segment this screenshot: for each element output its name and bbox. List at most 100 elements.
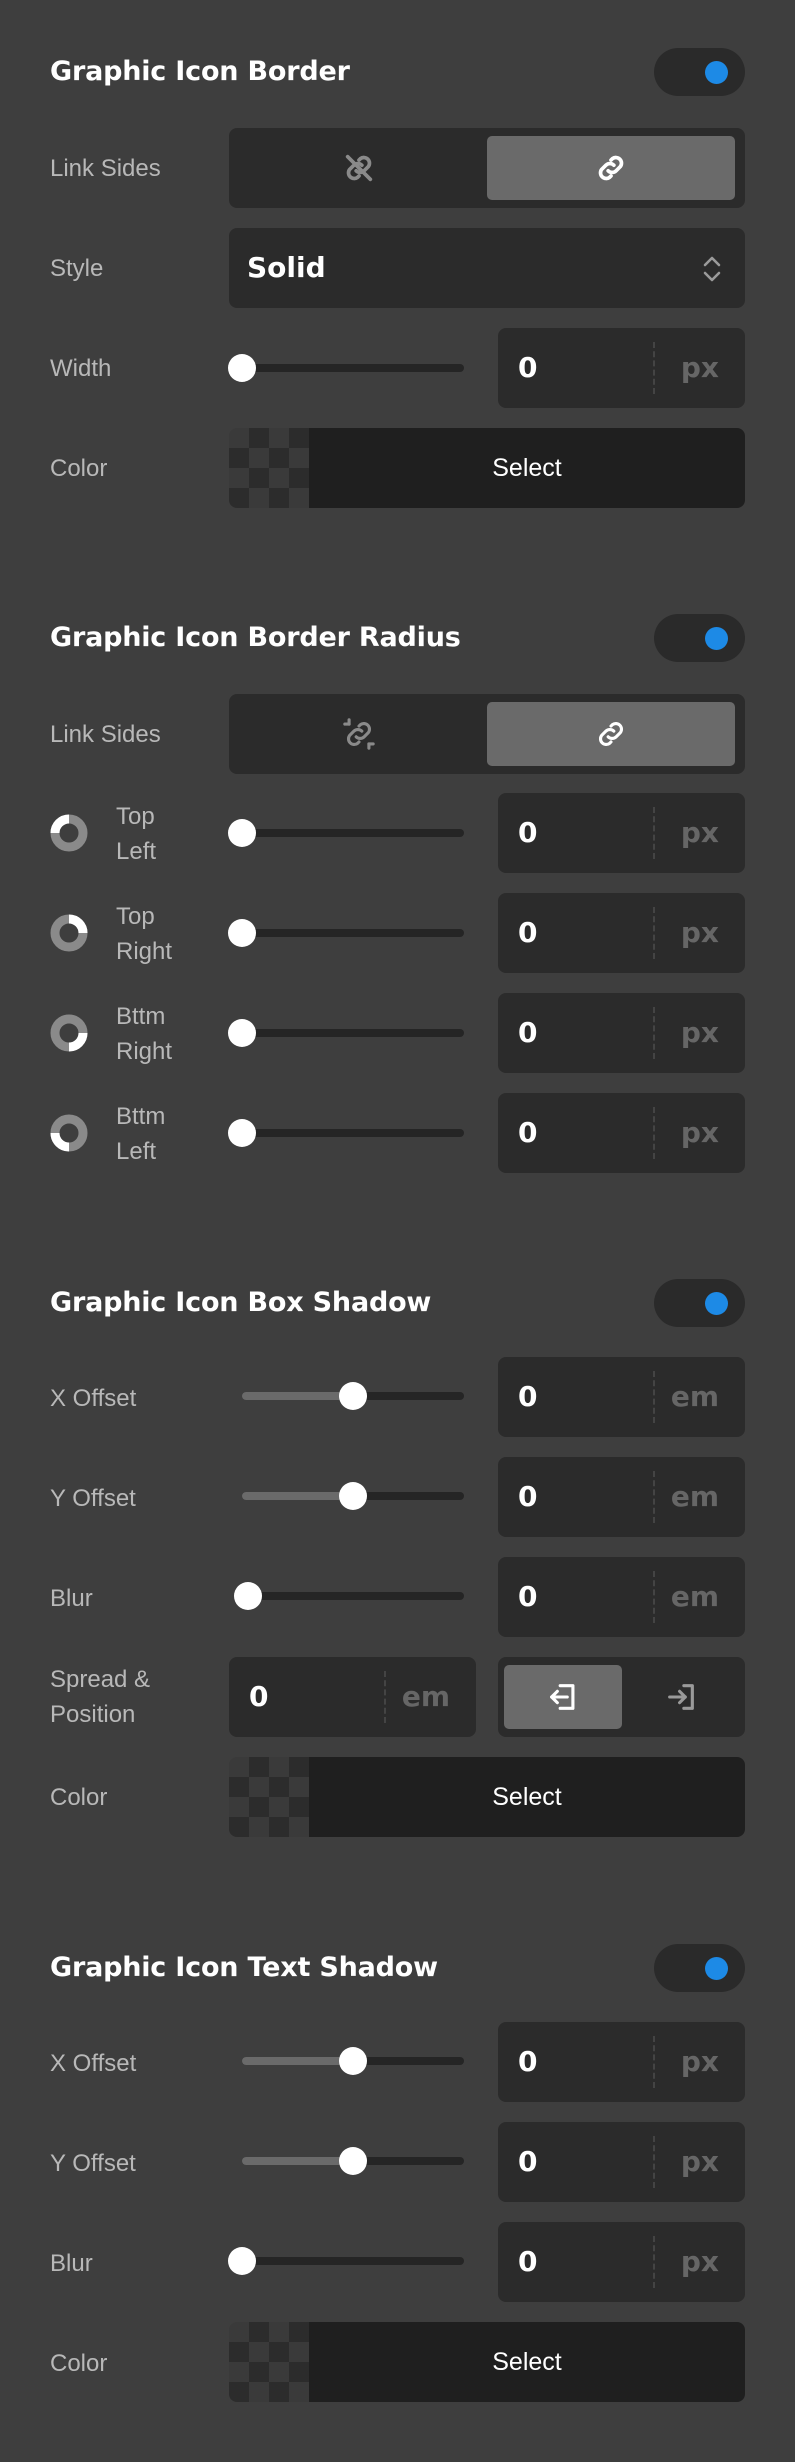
text-shadow-x-value[interactable]: 0 xyxy=(518,2022,537,2102)
border-width-value[interactable]: 0 xyxy=(518,328,537,408)
box-shadow-blur-slider[interactable] xyxy=(234,1582,464,1610)
slider-thumb[interactable] xyxy=(339,1482,367,1510)
text-shadow-color-picker[interactable]: Select xyxy=(229,2322,745,2402)
slider-thumb[interactable] xyxy=(339,2147,367,2175)
divider xyxy=(653,2036,655,2088)
divider xyxy=(653,342,655,394)
box-shadow-y-value[interactable]: 0 xyxy=(518,1457,537,1537)
radius-link-sides-label: Link Sides xyxy=(50,721,161,748)
toggle-knob xyxy=(705,627,728,650)
box-shadow-section-title: Graphic Icon Box Shadow xyxy=(50,1287,432,1318)
text-shadow-blur-input[interactable]: 0 px xyxy=(498,2222,745,2302)
radius-bottom-right-slider[interactable] xyxy=(228,1019,464,1047)
radius-link-button[interactable] xyxy=(487,702,735,766)
corner-label-line2: Right xyxy=(116,1038,173,1065)
border-color-select-button[interactable]: Select xyxy=(309,428,745,508)
radius-link-sides-control xyxy=(229,694,745,774)
slider-thumb[interactable] xyxy=(339,1382,367,1410)
text-shadow-x-unit[interactable]: px xyxy=(681,2022,719,2102)
box-shadow-color-picker[interactable]: Select xyxy=(229,1757,745,1837)
radius-unit[interactable]: px xyxy=(681,793,719,873)
radius-bottom-right-input[interactable]: 0 px xyxy=(498,993,745,1073)
transparent-swatch[interactable] xyxy=(229,428,309,508)
border-width-slider[interactable] xyxy=(228,354,464,382)
text-shadow-y-value[interactable]: 0 xyxy=(518,2122,537,2202)
text-shadow-blur-value[interactable]: 0 xyxy=(518,2222,537,2302)
border-unlink-button[interactable] xyxy=(235,136,483,200)
unlink-icon xyxy=(343,718,375,750)
transparent-swatch[interactable] xyxy=(229,2322,309,2402)
text-shadow-y-unit[interactable]: px xyxy=(681,2122,719,2202)
radius-value[interactable]: 0 xyxy=(518,793,537,873)
slider-thumb[interactable] xyxy=(228,2247,256,2275)
text-shadow-y-slider[interactable] xyxy=(242,2147,464,2175)
divider xyxy=(653,1107,655,1159)
corner-label-line2: Right xyxy=(116,938,173,965)
radius-unit[interactable]: px xyxy=(681,893,719,973)
text-shadow-y-input[interactable]: 0 px xyxy=(498,2122,745,2202)
box-shadow-blur-value[interactable]: 0 xyxy=(518,1557,537,1637)
slider-thumb[interactable] xyxy=(234,1582,262,1610)
slider-thumb[interactable] xyxy=(228,1019,256,1047)
border-width-unit[interactable]: px xyxy=(681,328,719,408)
border-color-label: Color xyxy=(50,455,108,482)
corner-top-right-icon xyxy=(50,914,88,952)
border-section-title: Graphic Icon Border xyxy=(50,56,350,87)
box-shadow-y-slider[interactable] xyxy=(242,1482,464,1510)
slider-thumb[interactable] xyxy=(339,2047,367,2075)
box-shadow-y-unit[interactable]: em xyxy=(671,1457,719,1537)
slider-thumb[interactable] xyxy=(228,819,256,847)
text-shadow-toggle[interactable] xyxy=(654,1944,745,1992)
text-shadow-color-select-button[interactable]: Select xyxy=(309,2322,745,2402)
toggle-knob xyxy=(705,61,728,84)
radius-top-right-input[interactable]: 0 px xyxy=(498,893,745,973)
radius-unit[interactable]: px xyxy=(681,993,719,1073)
radius-toggle[interactable] xyxy=(654,614,745,662)
radius-bottom-left-input[interactable]: 0 px xyxy=(498,1093,745,1173)
box-shadow-spread-input[interactable]: 0 em xyxy=(229,1657,476,1737)
text-shadow-x-input[interactable]: 0 px xyxy=(498,2022,745,2102)
transparent-swatch[interactable] xyxy=(229,1757,309,1837)
radius-unit[interactable]: px xyxy=(681,1093,719,1173)
text-shadow-blur-label: Blur xyxy=(50,2250,93,2277)
box-shadow-x-slider[interactable] xyxy=(242,1382,464,1410)
spread-label-line1: Spread & xyxy=(50,1666,151,1693)
corner-label-line1: Bttm xyxy=(116,1003,166,1030)
radius-value[interactable]: 0 xyxy=(518,1093,537,1173)
box-shadow-color-select-button[interactable]: Select xyxy=(309,1757,745,1837)
radius-bottom-left-slider[interactable] xyxy=(228,1119,464,1147)
divider xyxy=(653,1371,655,1423)
border-style-select[interactable]: Solid xyxy=(229,228,745,308)
slider-thumb[interactable] xyxy=(228,354,256,382)
outer-shadow-button[interactable] xyxy=(622,1665,740,1729)
text-shadow-x-slider[interactable] xyxy=(242,2047,464,2075)
border-link-button[interactable] xyxy=(487,136,735,200)
radius-top-left-slider[interactable] xyxy=(228,819,464,847)
radius-top-right-slider[interactable] xyxy=(228,919,464,947)
box-shadow-spread-value[interactable]: 0 xyxy=(249,1657,268,1737)
radius-value[interactable]: 0 xyxy=(518,993,537,1073)
border-color-picker[interactable]: Select xyxy=(229,428,745,508)
corner-label: Bttm Right xyxy=(116,999,172,1069)
outset-icon xyxy=(668,1684,694,1710)
border-width-input[interactable]: 0 px xyxy=(498,328,745,408)
radius-value[interactable]: 0 xyxy=(518,893,537,973)
slider-fill xyxy=(242,1392,353,1400)
inner-shadow-button[interactable] xyxy=(504,1665,622,1729)
box-shadow-spread-unit[interactable]: em xyxy=(402,1657,450,1737)
slider-thumb[interactable] xyxy=(228,919,256,947)
text-shadow-blur-unit[interactable]: px xyxy=(681,2222,719,2302)
radius-unlink-button[interactable] xyxy=(235,702,483,766)
box-shadow-y-input[interactable]: 0 em xyxy=(498,1457,745,1537)
box-shadow-x-value[interactable]: 0 xyxy=(518,1357,537,1437)
box-shadow-blur-unit[interactable]: em xyxy=(671,1557,719,1637)
border-toggle[interactable] xyxy=(654,48,745,96)
text-shadow-blur-slider[interactable] xyxy=(228,2247,464,2275)
radius-top-left-input[interactable]: 0 px xyxy=(498,793,745,873)
box-shadow-blur-input[interactable]: 0 em xyxy=(498,1557,745,1637)
box-shadow-toggle[interactable] xyxy=(654,1279,745,1327)
box-shadow-x-unit[interactable]: em xyxy=(671,1357,719,1437)
slider-thumb[interactable] xyxy=(228,1119,256,1147)
box-shadow-x-input[interactable]: 0 em xyxy=(498,1357,745,1437)
border-style-label: Style xyxy=(50,255,104,282)
